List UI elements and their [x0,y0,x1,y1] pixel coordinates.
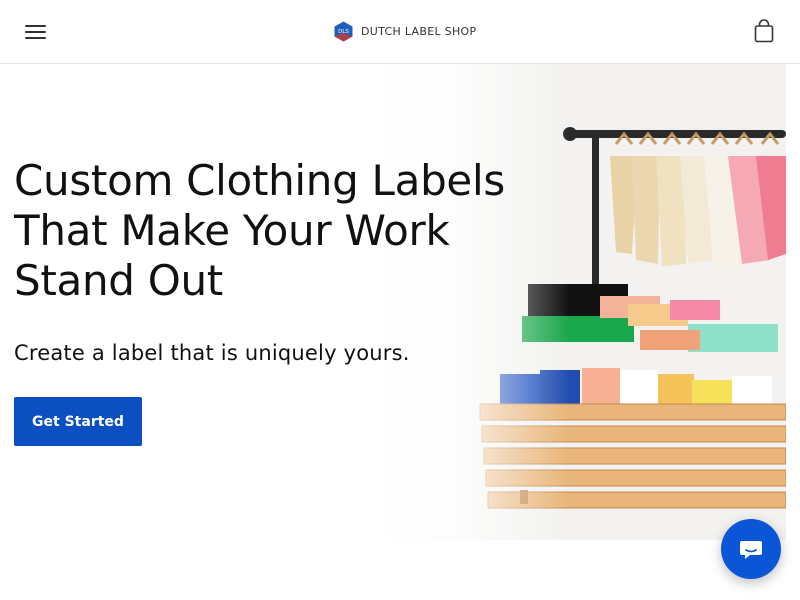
chat-button[interactable] [721,519,781,579]
brand-logo-link[interactable]: DLS DUTCH LABEL SHOP [334,20,476,42]
hero-title: Custom Clothing Labels That Make Your Wo… [14,156,505,305]
get-started-button[interactable]: Get Started [14,397,142,446]
site-header: DLS DUTCH LABEL SHOP [0,0,800,64]
shopping-bag-icon [754,19,774,43]
menu-line [25,25,46,27]
logo-badge-text: DLS [338,29,349,35]
hero-subtitle: Create a label that is uniquely yours. [14,341,410,365]
page: DLS DUTCH LABEL SHOP Custom Clothing Lab… [0,0,800,600]
cart-button[interactable] [752,18,776,44]
menu-line [25,31,46,33]
menu-line [25,37,46,39]
hexagon-logo-icon: DLS [334,21,353,41]
menu-button[interactable] [24,22,48,42]
brand-name: DUTCH LABEL SHOP [361,24,477,38]
chat-bubble-icon [740,541,762,559]
